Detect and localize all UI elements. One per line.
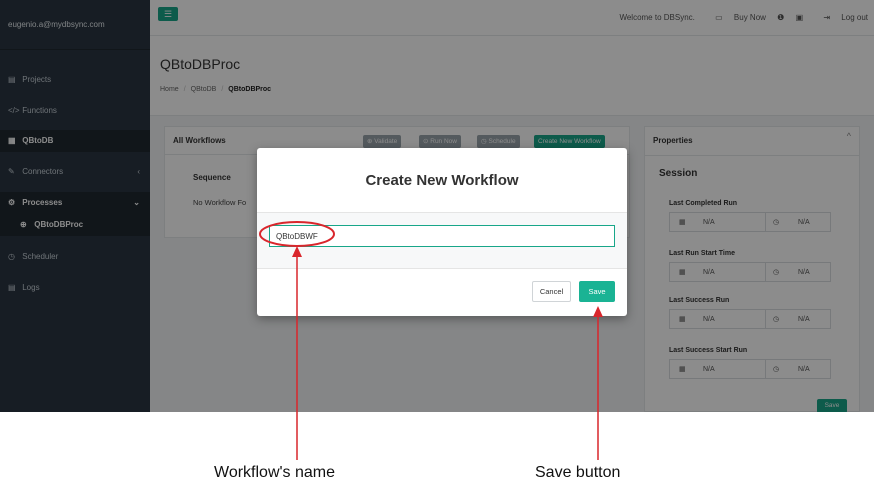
workflow-name-caption: Workflow's name [214, 464, 336, 481]
dbsync-app: eugenio.a@mydbsync.com ▤ Projects </> Fu… [0, 0, 874, 412]
save-button-caption: Save button [535, 464, 621, 481]
create-workflow-dialog: Create New Workflow Cancel Save [257, 148, 627, 316]
dialog-body [257, 213, 627, 268]
cancel-button[interactable]: Cancel [532, 281, 571, 302]
workflow-name-input[interactable] [269, 225, 615, 247]
dialog-title: Create New Workflow [365, 172, 519, 189]
divider [257, 268, 627, 269]
screenshot-stage: eugenio.a@mydbsync.com ▤ Projects </> Fu… [0, 0, 874, 489]
save-button[interactable]: Save [579, 281, 615, 302]
